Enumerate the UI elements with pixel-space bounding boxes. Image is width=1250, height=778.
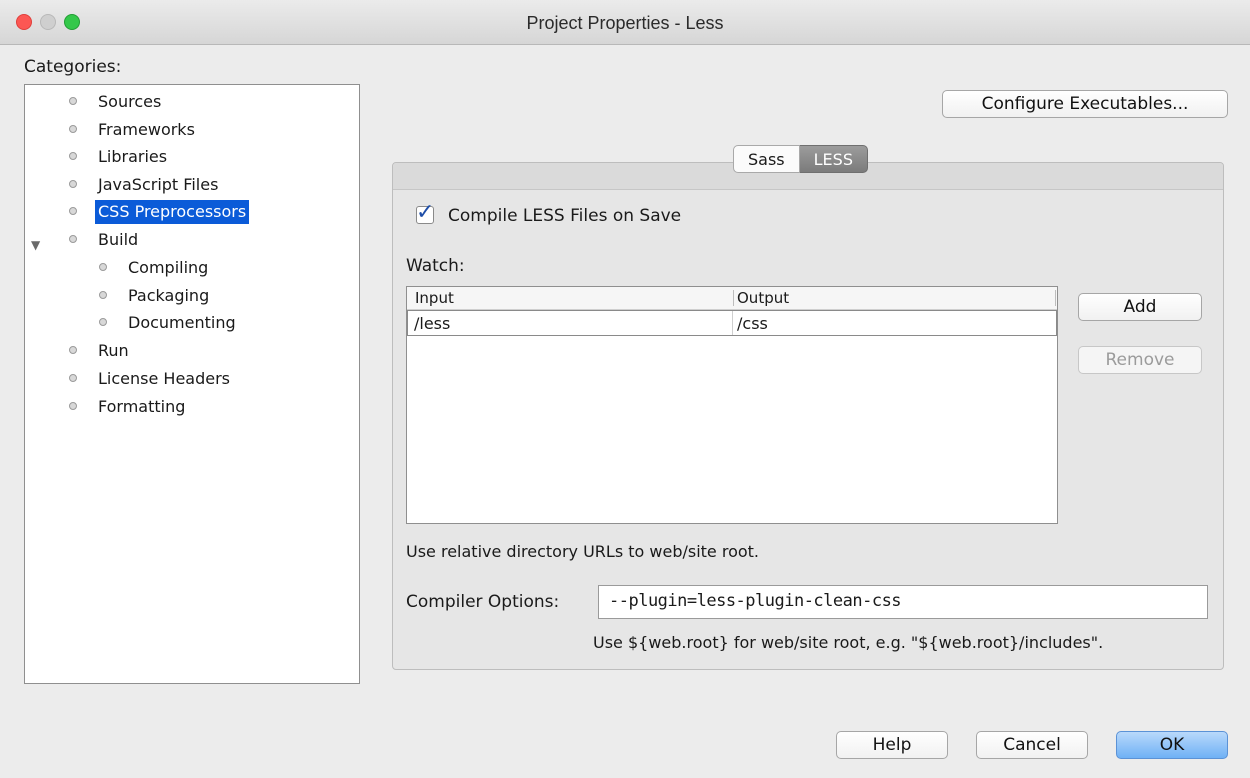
tree-item-label: Sources xyxy=(98,92,162,111)
column-divider xyxy=(1055,290,1056,306)
help-button[interactable]: Help xyxy=(836,731,948,759)
column-header-output[interactable]: Output xyxy=(737,289,789,307)
tree-item-label: Documenting xyxy=(128,313,236,332)
relative-url-hint: Use relative directory URLs to web/site … xyxy=(406,542,760,561)
watch-table: Input Output /less /css xyxy=(406,286,1058,524)
compile-on-save-checkbox[interactable]: ✓ xyxy=(416,200,434,225)
tree-item-label: Formatting xyxy=(98,397,186,416)
tree-item-label: Build xyxy=(98,230,139,249)
checkmark-icon: ✓ xyxy=(416,200,435,225)
column-divider xyxy=(732,311,733,335)
tree-node-icon xyxy=(99,291,107,299)
tree-node-icon xyxy=(69,125,77,133)
tree-item-label: License Headers xyxy=(98,369,230,388)
tree-node-icon xyxy=(69,97,77,105)
ok-button[interactable]: OK xyxy=(1116,731,1228,759)
tree-item-label: CSS Preprocessors xyxy=(95,200,250,224)
tree-item-label: Libraries xyxy=(98,147,168,166)
web-root-hint: Use ${web.root} for web/site root, e.g. … xyxy=(593,633,1104,652)
tab-less[interactable]: LESS xyxy=(799,145,868,173)
categories-tree: Sources Frameworks Libraries JavaScript … xyxy=(24,84,360,684)
expand-triangle-icon[interactable]: ▼ xyxy=(31,238,40,252)
cell-output: /css xyxy=(737,314,768,333)
cell-input: /less xyxy=(414,314,451,333)
remove-button[interactable]: Remove xyxy=(1078,346,1202,374)
tree-node-icon xyxy=(69,374,77,382)
tree-item-label: Packaging xyxy=(128,286,210,305)
compiler-options-label: Compiler Options: xyxy=(406,592,560,612)
categories-label: Categories: xyxy=(24,57,122,77)
table-header: Input Output xyxy=(407,287,1057,310)
compile-on-save-label[interactable]: Compile LESS Files on Save xyxy=(448,206,681,226)
tab-sass[interactable]: Sass xyxy=(733,145,800,173)
project-properties-dialog: Project Properties - Less Categories: So… xyxy=(0,0,1250,778)
tree-node-icon xyxy=(69,346,77,354)
tree-node-icon xyxy=(69,235,77,243)
tree-item-label: Frameworks xyxy=(98,120,195,139)
configure-executables-button[interactable]: Configure Executables... xyxy=(942,90,1228,118)
compiler-options-input[interactable]: --plugin=less-plugin-clean-css xyxy=(598,585,1208,619)
tree-item-label: Run xyxy=(98,341,129,360)
add-button[interactable]: Add xyxy=(1078,293,1202,321)
tree-node-icon xyxy=(99,263,107,271)
title-bar: Project Properties - Less xyxy=(0,0,1250,45)
tree-node-icon xyxy=(69,207,77,215)
tree-item-label: Compiling xyxy=(128,258,209,277)
tree-node-icon xyxy=(69,180,77,188)
tree-item-label: JavaScript Files xyxy=(98,175,219,194)
tree-node-icon xyxy=(69,152,77,160)
column-header-input[interactable]: Input xyxy=(415,289,454,307)
column-divider xyxy=(733,290,734,306)
window-title: Project Properties - Less xyxy=(526,13,724,33)
watch-label: Watch: xyxy=(406,256,465,276)
cancel-button[interactable]: Cancel xyxy=(976,731,1088,759)
tree-node-icon xyxy=(69,402,77,410)
tree-node-icon xyxy=(99,318,107,326)
table-row[interactable]: /less /css xyxy=(407,310,1057,336)
preprocessor-tabs: Sass LESS xyxy=(733,145,868,173)
